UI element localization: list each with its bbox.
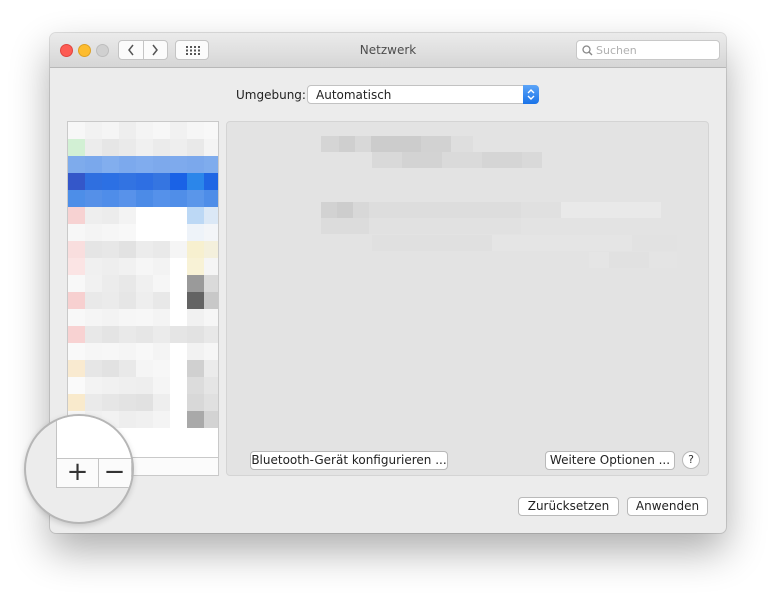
search-icon <box>582 45 593 56</box>
blurred-field-row <box>321 202 661 218</box>
location-label: Umgebung: <box>236 88 306 102</box>
title-bar: Netzwerk <box>50 33 726 68</box>
magnified-footer: + − <box>56 458 132 488</box>
service-detail-panel <box>226 121 709 476</box>
blurred-field-row-2 <box>321 218 661 234</box>
magnified-add-button: + <box>57 459 99 487</box>
search-field[interactable] <box>576 40 720 60</box>
help-button[interactable]: ? <box>682 451 700 469</box>
apply-button[interactable]: Anwenden <box>627 497 708 516</box>
revert-button[interactable]: Zurücksetzen <box>518 497 619 516</box>
magnified-list-area <box>56 416 132 458</box>
blurred-status-block <box>321 136 473 152</box>
network-preferences-window: Netzwerk Umgebung: Automatisch <box>50 33 726 533</box>
magnifier-callout: + − <box>24 414 134 524</box>
location-value: Automatisch <box>316 88 392 102</box>
blurred-field-row-3 <box>372 235 677 251</box>
search-input[interactable] <box>596 42 714 58</box>
location-popup[interactable]: Automatisch <box>307 85 539 104</box>
more-options-button[interactable]: Weitere Optionen ... <box>545 451 675 470</box>
pixelated-service-list <box>68 122 218 428</box>
magnified-remove-button: − <box>98 459 132 487</box>
magnified-list-footer: + − <box>26 416 132 522</box>
popup-arrows-icon <box>523 85 539 104</box>
blurred-status-detail <box>372 152 542 168</box>
bluetooth-configure-button[interactable]: Bluetooth-Gerät konfigurieren ... <box>250 451 448 470</box>
blurred-field-row-4 <box>589 252 677 268</box>
